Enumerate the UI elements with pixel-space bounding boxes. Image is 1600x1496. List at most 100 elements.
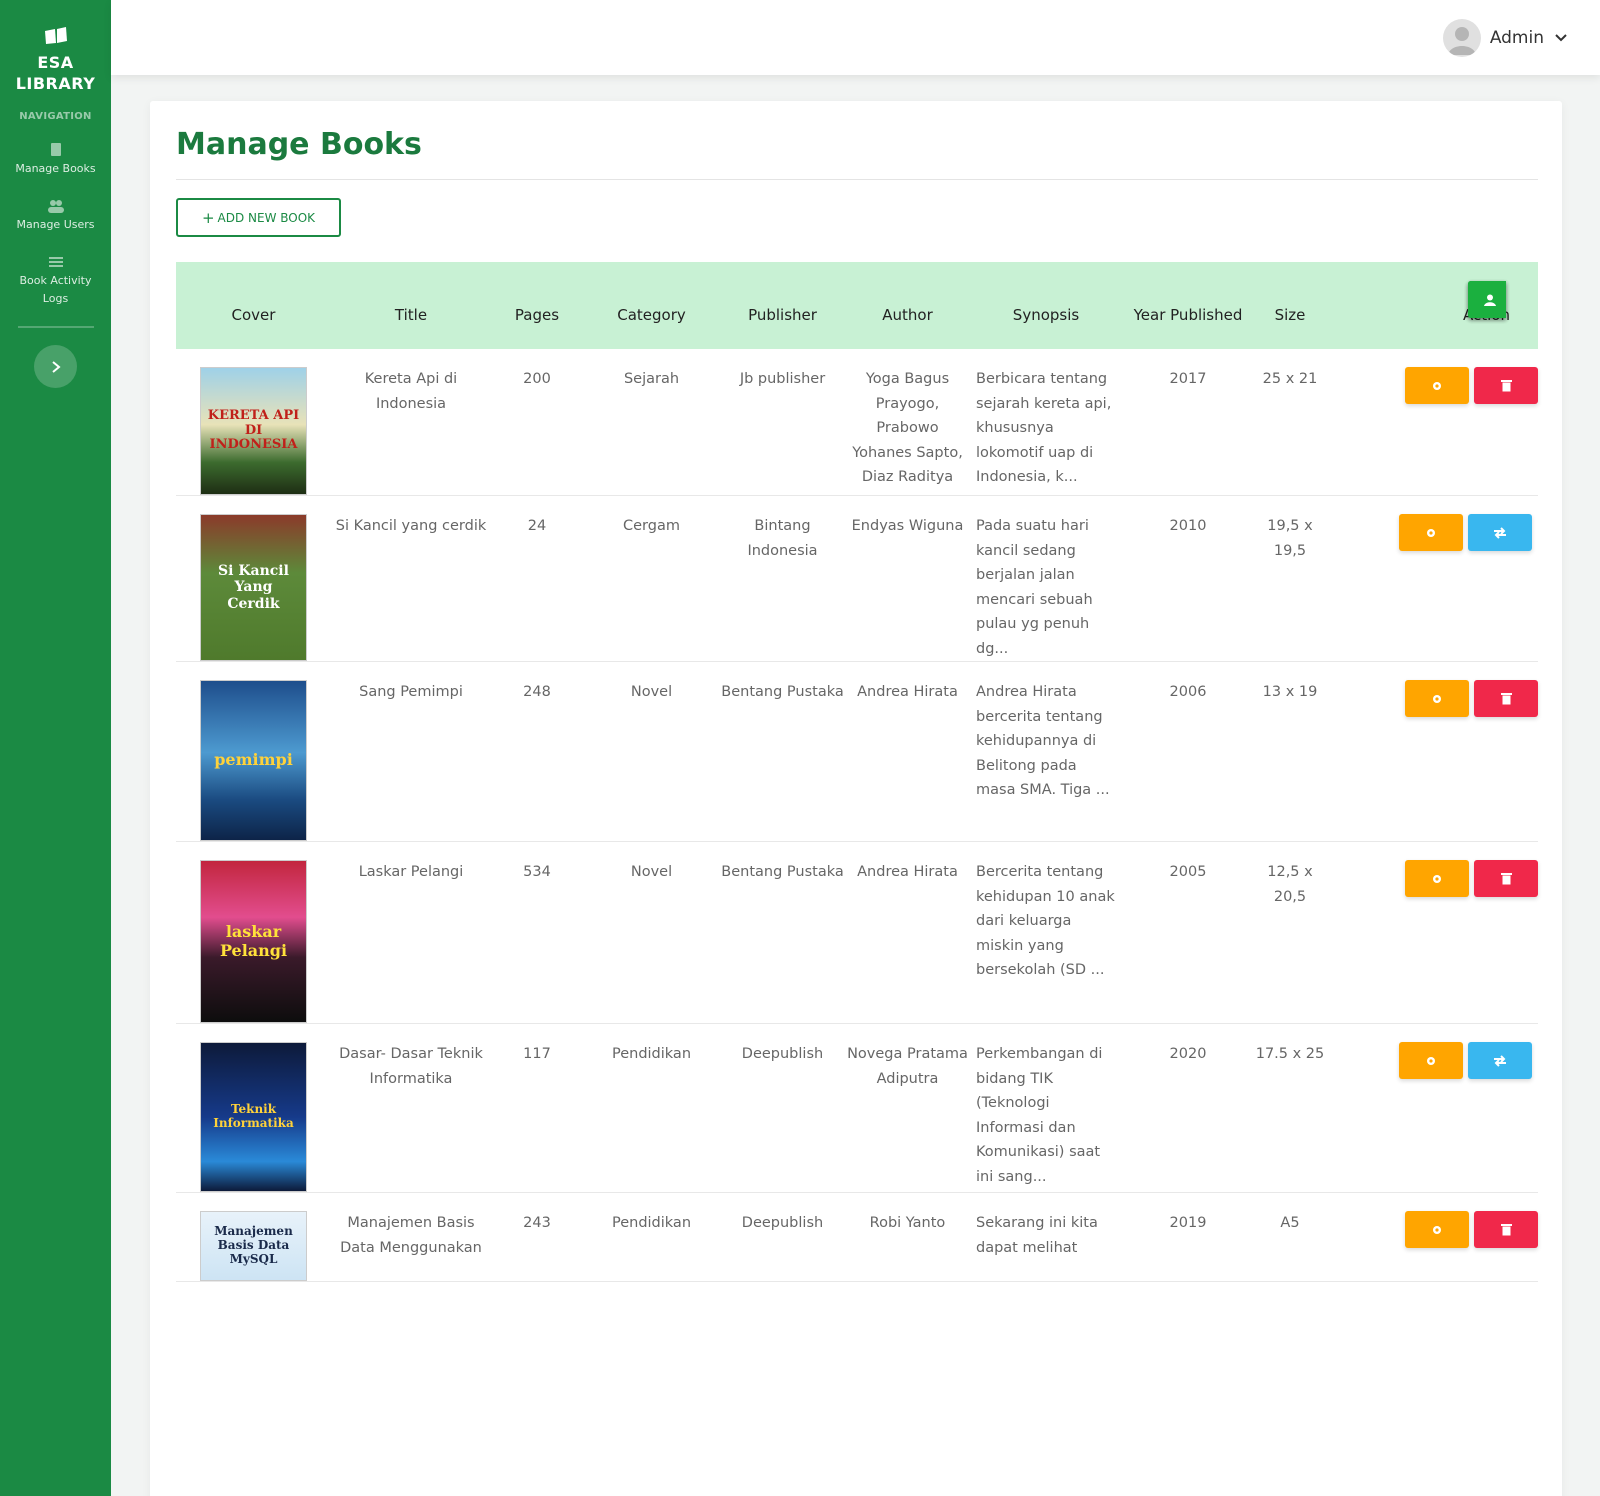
column-header-title[interactable]: Title — [331, 262, 491, 349]
user-icon — [1484, 294, 1496, 306]
sidebar-item-manage-users[interactable]: Manage Users — [0, 198, 111, 234]
cell-category: Pendidikan — [583, 1192, 720, 1282]
book-icon — [50, 143, 61, 156]
list-icon — [48, 257, 63, 267]
cell-year: 2019 — [1122, 1192, 1254, 1282]
gear-icon — [1433, 1225, 1441, 1234]
cell-size: 17.5 x 25 — [1254, 1023, 1326, 1193]
book-cover-image: pemimpi — [200, 680, 307, 841]
cell-size: 19,5 x 19,5 — [1254, 495, 1326, 662]
page-title: Manage Books — [176, 127, 422, 162]
cover-cell: Teknik Informatika — [176, 1023, 331, 1193]
cell-pages: 534 — [491, 841, 583, 1024]
book-cover-image: laskar Pelangi — [200, 860, 307, 1023]
cell-pages: 200 — [491, 349, 583, 496]
gear-icon — [1433, 874, 1441, 883]
column-header-publisher[interactable]: Publisher — [720, 262, 845, 349]
table-row: Manajemen Basis Data MySQL Manajemen Basi… — [176, 281, 1538, 1282]
edit-book-button[interactable] — [1399, 514, 1463, 551]
sidebar-toggle-button[interactable] — [34, 345, 77, 388]
book-cover-text: Manajemen Basis Data MySQL — [214, 1224, 293, 1266]
cell-title: Sang Pemimpi — [331, 661, 491, 842]
book-cover-image: Teknik Informatika — [200, 1042, 307, 1192]
action-buttons — [1326, 281, 1538, 897]
book-cover-image: Si Kancil Yang Cerdik — [200, 514, 307, 661]
cell-synopsis: Perkembangan di bidang TIK (Teknologi In… — [970, 1023, 1122, 1193]
chevron-down-icon — [1555, 34, 1567, 42]
return-book-button[interactable] — [1468, 1042, 1532, 1079]
edit-book-button[interactable] — [1405, 367, 1469, 404]
gear-icon — [1433, 694, 1441, 703]
column-header-author[interactable]: Author — [845, 262, 970, 349]
edit-book-button[interactable] — [1405, 1211, 1469, 1248]
sidebar: ESA LIBRARY NAVIGATION Manage Books Mana… — [0, 0, 111, 1496]
sidebar-item-manage-books[interactable]: Manage Books — [0, 142, 111, 178]
book-cover-text: pemimpi — [214, 750, 293, 770]
column-header-size[interactable]: Size — [1254, 262, 1326, 349]
edit-book-button[interactable] — [1405, 680, 1469, 717]
cell-actions — [1326, 281, 1538, 1282]
sidebar-item-book-activity-logs[interactable]: Book Activity Logs — [0, 254, 111, 308]
cell-pages: 24 — [491, 495, 583, 662]
cell-publisher: Jb publisher — [720, 349, 845, 496]
chevron-right-icon — [51, 360, 61, 373]
cell-author: Andrea Hirata — [845, 841, 970, 1024]
topbar: Admin — [111, 0, 1600, 75]
cell-title: Kereta Api di Indonesia — [331, 349, 491, 496]
cell-publisher: Deepublish — [720, 1023, 845, 1193]
table-row: laskar Pelangi Laskar Pelangi 534 Novel Bent… — [176, 281, 1538, 1024]
column-header-synopsis[interactable]: Synopsis — [970, 262, 1122, 349]
cover-cell: Manajemen Basis Data MySQL — [176, 1192, 331, 1282]
sidebar-divider — [17, 326, 94, 328]
brand[interactable]: ESA LIBRARY — [0, 0, 111, 94]
book-cover-text: KERETA API DI INDONESIA — [207, 407, 300, 453]
swap-icon — [1494, 526, 1506, 539]
assign-user-button[interactable] — [1468, 281, 1506, 318]
column-header-year-published[interactable]: Year Published — [1122, 262, 1254, 349]
plus-icon: + — [201, 208, 215, 227]
edit-book-button[interactable] — [1399, 1042, 1463, 1079]
sidebar-item-label: Book Activity Logs — [19, 274, 92, 305]
cell-size: 12,5 x 20,5 — [1254, 841, 1326, 1024]
cover-cell: laskar Pelangi — [176, 841, 331, 1024]
return-book-button[interactable] — [1468, 514, 1532, 551]
delete-book-button[interactable] — [1474, 680, 1538, 717]
add-new-book-button[interactable]: + ADD NEW BOOK — [176, 198, 341, 237]
delete-book-button[interactable] — [1474, 860, 1538, 897]
cell-pages: 117 — [491, 1023, 583, 1193]
cell-category: Novel — [583, 661, 720, 842]
table-row: Si Kancil Yang Cerdik Si Kancil yang cerd… — [176, 495, 1538, 662]
cell-actions — [1326, 281, 1538, 842]
book-cover-image: Manajemen Basis Data MySQL — [200, 1211, 307, 1281]
cell-title: Manajemen Basis Data Menggunakan — [331, 1192, 491, 1282]
users-icon — [47, 200, 64, 213]
column-header-pages[interactable]: Pages — [491, 262, 583, 349]
cell-actions — [1326, 1023, 1538, 1193]
cell-synopsis: Bercerita tentang kehidupan 10 anak dari… — [970, 841, 1122, 1024]
cell-title: Si Kancil yang cerdik — [331, 495, 491, 662]
edit-book-button[interactable] — [1405, 860, 1469, 897]
cell-author: Endyas Wiguna — [845, 495, 970, 662]
user-menu[interactable]: Admin — [1442, 19, 1568, 57]
cell-actions — [1326, 281, 1538, 1024]
column-header-cover[interactable]: Cover — [176, 262, 331, 349]
books-table: Cover Title Pages Category Publisher Aut… — [176, 262, 1538, 1282]
cell-publisher: Bintang Indonesia — [720, 495, 845, 662]
delete-book-button[interactable] — [1474, 367, 1538, 404]
swap-icon — [1494, 1054, 1506, 1067]
column-header-category[interactable]: Category — [583, 262, 720, 349]
sidebar-item-label: Manage Books — [15, 162, 96, 175]
cell-publisher: Bentang Pustaka — [720, 661, 845, 842]
cover-cell: Si Kancil Yang Cerdik — [176, 495, 331, 662]
add-new-book-label: ADD NEW BOOK — [217, 210, 316, 225]
book-cover-image: KERETA API DI INDONESIA — [200, 367, 307, 495]
sidebar-item-label: Manage Users — [16, 218, 95, 231]
cover-cell: KERETA API DI INDONESIA — [176, 349, 331, 496]
delete-book-button[interactable] — [1474, 1211, 1538, 1248]
gear-icon — [1427, 528, 1435, 537]
cell-actions — [1326, 281, 1538, 496]
cell-year: 2017 — [1122, 349, 1254, 496]
action-buttons — [1326, 281, 1538, 404]
cell-category: Novel — [583, 841, 720, 1024]
trash-icon — [1500, 1224, 1512, 1236]
